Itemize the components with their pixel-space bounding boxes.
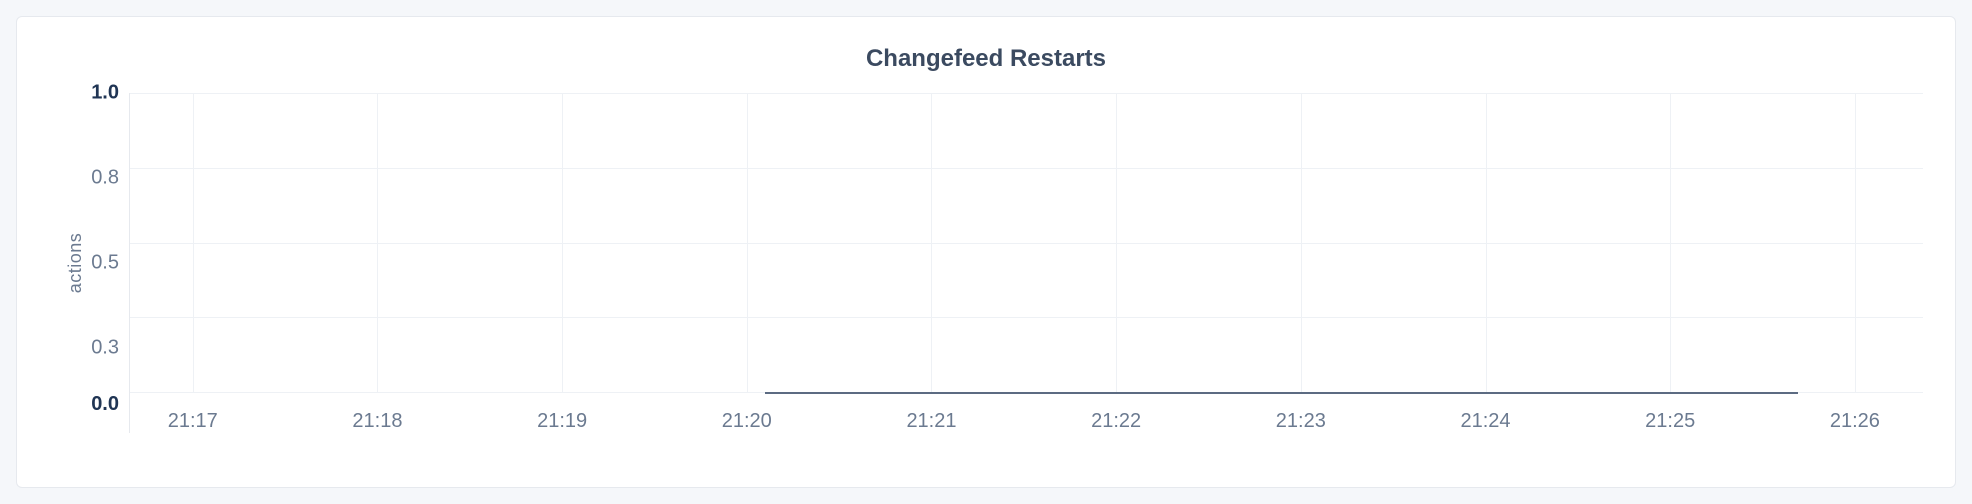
gridline-h bbox=[130, 168, 1923, 169]
data-line bbox=[765, 392, 1798, 394]
y-tick: 0.3 bbox=[91, 337, 119, 360]
x-tick: 21:17 bbox=[168, 410, 218, 433]
gridline-v bbox=[193, 93, 194, 393]
y-tick: 1.0 bbox=[91, 82, 119, 105]
gridline-v bbox=[1486, 93, 1487, 393]
y-axis-ticks: 1.0 0.8 0.5 0.3 0.0 bbox=[49, 93, 129, 433]
gridline-v bbox=[1670, 93, 1671, 393]
y-tick: 0.5 bbox=[91, 252, 119, 275]
x-tick: 21:25 bbox=[1645, 410, 1695, 433]
gridline-v bbox=[1301, 93, 1302, 393]
y-tick: 0.8 bbox=[91, 167, 119, 190]
gridline-h bbox=[130, 243, 1923, 244]
plot-area[interactable]: 21:17 21:18 21:19 21:20 21:21 21:22 21:2… bbox=[129, 93, 1923, 433]
chart-area: actions 1.0 0.8 0.5 0.3 0.0 bbox=[49, 93, 1923, 433]
y-tick: 0.0 bbox=[91, 393, 119, 416]
x-tick: 21:22 bbox=[1091, 410, 1141, 433]
x-tick: 21:19 bbox=[537, 410, 587, 433]
gridline-v bbox=[377, 93, 378, 393]
gridline-v bbox=[1855, 93, 1856, 393]
gridline-v bbox=[1116, 93, 1117, 393]
x-tick: 21:18 bbox=[352, 410, 402, 433]
x-tick: 21:24 bbox=[1460, 410, 1510, 433]
x-tick: 21:21 bbox=[906, 410, 956, 433]
x-tick: 21:23 bbox=[1276, 410, 1326, 433]
chart-title: Changefeed Restarts bbox=[49, 45, 1923, 73]
gridline-v bbox=[562, 93, 563, 393]
gridline-v bbox=[747, 93, 748, 393]
gridline-h bbox=[130, 93, 1923, 94]
x-tick: 21:20 bbox=[722, 410, 772, 433]
gridline-h bbox=[130, 317, 1923, 318]
x-tick: 21:26 bbox=[1830, 410, 1880, 433]
chart-panel: Changefeed Restarts actions 1.0 0.8 0.5 … bbox=[16, 16, 1956, 488]
gridline-v bbox=[931, 93, 932, 393]
